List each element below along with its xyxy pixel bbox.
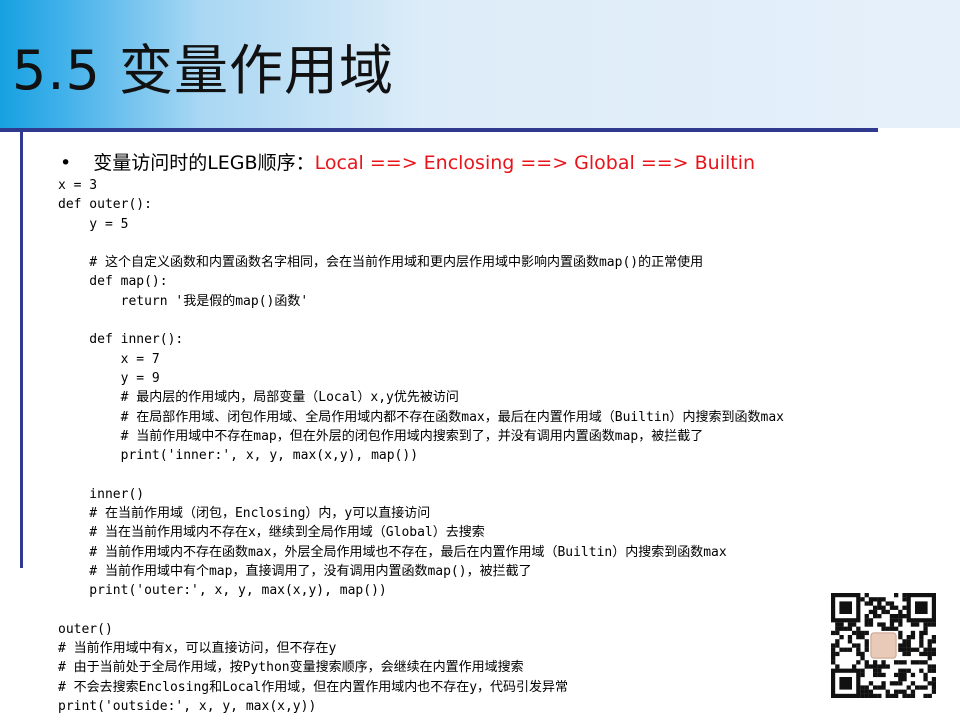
code-line: x = 7 [58,351,160,367]
code-line: return '我是假的map()函数' [58,293,309,309]
slide-title: 5.5 变量作用域 [12,39,395,102]
code-line: # 不会去搜索Enclosing和Local作用域，但在内置作用域内也不存在y，… [58,679,569,695]
code-line: def inner(): [58,332,184,348]
title-underline [0,128,878,132]
code-line: # 当在当前作用域内不存在x，继续到全局作用域（Global）去搜索 [58,525,485,541]
code-block: x = 3 def outer(): y = 5 # 这个自定义函数和内置函数名字… [58,176,784,716]
code-line: # 在当前作用域（闭包，Enclosing）内，y可以直接访问 [58,506,431,522]
code-line: inner() [58,486,145,502]
code-line: # 由于当前处于全局作用域，按Python变量搜索顺序，会继续在内置作用域搜索 [58,660,524,676]
code-line: # 当前作用域内不存在函数max，外层全局作用域也不存在，最后在内置作用域（Bu… [58,544,727,560]
code-line: x = 3 [58,178,98,193]
bullet-lead-text: 变量访问时的LEGB顺序： [93,152,315,174]
code-line: # 最内层的作用域内，局部变量（Local）x,y优先被访问 [58,390,459,406]
qr-code-icon [831,593,936,698]
code-line: # 当前作用域中有个map，直接调用了，没有调用内置函数map()，被拦截了 [58,563,532,579]
code-line: # 这个自定义函数和内置函数名字相同，会在当前作用域和更内层作用域中影响内置函数… [58,255,704,271]
legb-bullet: • 变量访问时的LEGB顺序：Local ==> Enclosing ==> Gl… [60,148,755,175]
left-accent-rule [20,132,23,568]
bullet-dot-icon: • [60,152,72,174]
code-line: outer() [58,621,113,637]
code-line: # 在局部作用域、闭包作用域、全局作用域内都不存在函数max，最后在内置作用域（… [58,409,785,425]
code-line: print('inner:', x, y, max(x,y), map()) [58,448,419,464]
bullet-highlight-text: Local ==> Enclosing ==> Global ==> Built… [314,152,756,174]
code-line: # 当前作用域中有x，可以直接访问，但不存在y [58,641,337,657]
code-line: def outer(): [58,197,152,213]
code-line: print('outside:', x, y, max(x,y)) [58,699,317,715]
code-line: def map(): [58,274,168,290]
code-line: y = 9 [58,370,160,386]
code-line: # 当前作用域中不存在map，但在外层的闭包作用域内搜索到了，并没有调用内置函数… [58,428,704,444]
code-line: print('outer:', x, y, max(x,y), map()) [58,583,387,599]
code-line: y = 5 [58,216,129,232]
